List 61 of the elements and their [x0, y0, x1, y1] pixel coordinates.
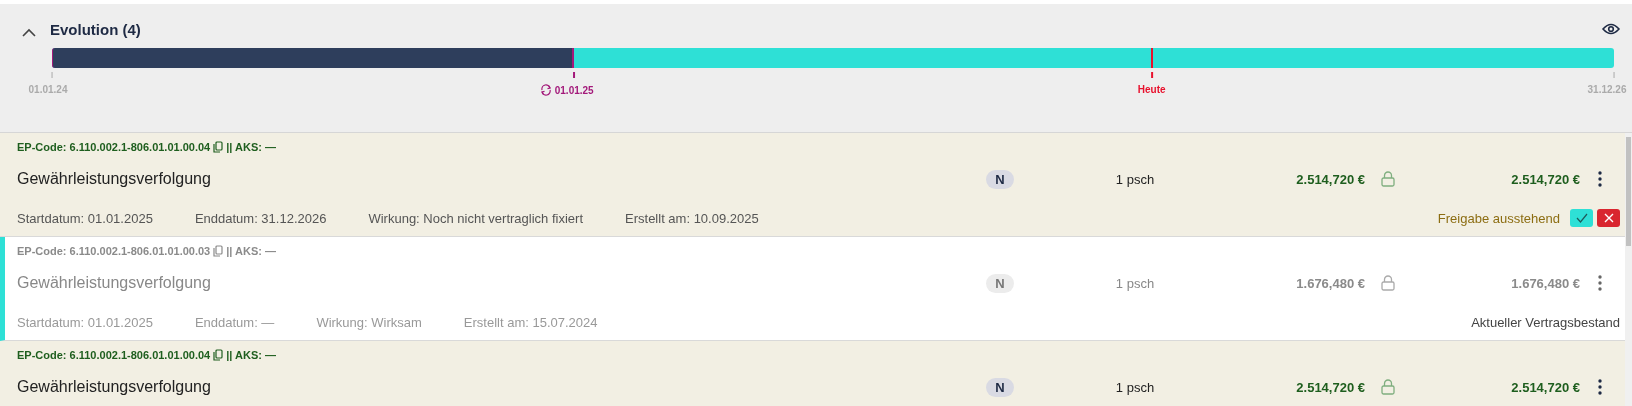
date-label: 01.01.25 — [554, 84, 594, 96]
chevron-icon — [22, 27, 36, 37]
refresh-icon — [539, 84, 552, 96]
copy-icon — [213, 141, 224, 153]
status-label: Aktueller Vertragsbestand — [1471, 314, 1620, 330]
date-label: Heute — [1137, 84, 1166, 95]
quantity: 1 psch — [1114, 275, 1156, 291]
position-name: Gewährleistungsverfolgung — [17, 170, 212, 188]
more-icon — [1598, 171, 1602, 187]
aks-label: || AKS: — — [226, 141, 276, 153]
status-label: Freigabe ausstehend — [1437, 210, 1560, 226]
total-price: 1.676,480 € — [1510, 275, 1580, 291]
visibility-button[interactable] — [1602, 23, 1620, 35]
meta-info: Enddatum: — — [194, 314, 275, 330]
collapse-button[interactable] — [22, 27, 36, 37]
unit-price: 2.514,720 € — [1295, 379, 1365, 395]
copy-button[interactable] — [213, 141, 224, 153]
reject-button[interactable] — [1597, 209, 1620, 227]
meta-info: Erstellt am: 15.07.2024 — [463, 314, 598, 330]
total-price: 2.514,720 € — [1510, 171, 1580, 187]
approve-button[interactable] — [1570, 209, 1593, 227]
unit-price: 1.676,480 € — [1295, 275, 1365, 291]
lock-icon — [1380, 379, 1395, 395]
section-title: Evolution (4) — [50, 20, 141, 38]
copy-icon — [213, 349, 224, 361]
meta-info: Startdatum: 01.01.2025 — [17, 314, 153, 330]
total-price: 2.514,720 € — [1510, 379, 1580, 395]
check-icon — [1575, 213, 1588, 223]
copy-icon — [213, 245, 224, 257]
scrollbar[interactable] — [1625, 133, 1632, 406]
close-icon — [1603, 213, 1614, 223]
lock-icon — [1380, 275, 1395, 291]
type-badge: N — [986, 273, 1014, 293]
more-icon — [1598, 379, 1602, 395]
code-label: EP-Code: 6.110.002.1-806.01.01.00.04 — [17, 349, 211, 361]
today-marker — [1150, 48, 1153, 68]
position-name: Gewährleistungsverfolgung — [17, 378, 212, 396]
meta-info: Enddatum: 31.12.2026 — [194, 210, 327, 226]
type-badge: N — [986, 169, 1014, 189]
aks-label: || AKS: — — [226, 349, 276, 361]
quantity: 1 psch — [1114, 379, 1156, 395]
meta-info: Startdatum: 01.01.2025 — [17, 210, 153, 226]
date-label: 31.12.26 — [1587, 84, 1627, 95]
copy-button[interactable] — [213, 349, 224, 361]
code-label: EP-Code: 6.110.002.1-806.01.01.00.04 — [17, 141, 211, 153]
tick-mark — [572, 72, 575, 78]
meta-info: Wirkung: Noch nicht vertraglich fixiert — [368, 210, 583, 226]
date-label: 01.01.24 — [28, 84, 68, 95]
position-name: Gewährleistungsverfolgung — [17, 274, 212, 292]
eye-icon — [1602, 23, 1620, 35]
aks-label: || AKS: — — [226, 245, 276, 257]
quantity: 1 psch — [1114, 171, 1156, 187]
type-badge: N — [986, 377, 1014, 397]
unit-price: 2.514,720 € — [1295, 171, 1365, 187]
meta-info: Erstellt am: 10.09.2025 — [625, 210, 759, 226]
code-label: EP-Code: 6.110.002.1-806.01.01.00.03 — [17, 245, 211, 257]
lock-icon — [1380, 171, 1395, 187]
meta-info: Wirkung: Wirksam — [316, 314, 422, 330]
tick-mark — [1150, 72, 1153, 78]
more-icon — [1598, 275, 1602, 291]
copy-button[interactable] — [213, 245, 224, 257]
